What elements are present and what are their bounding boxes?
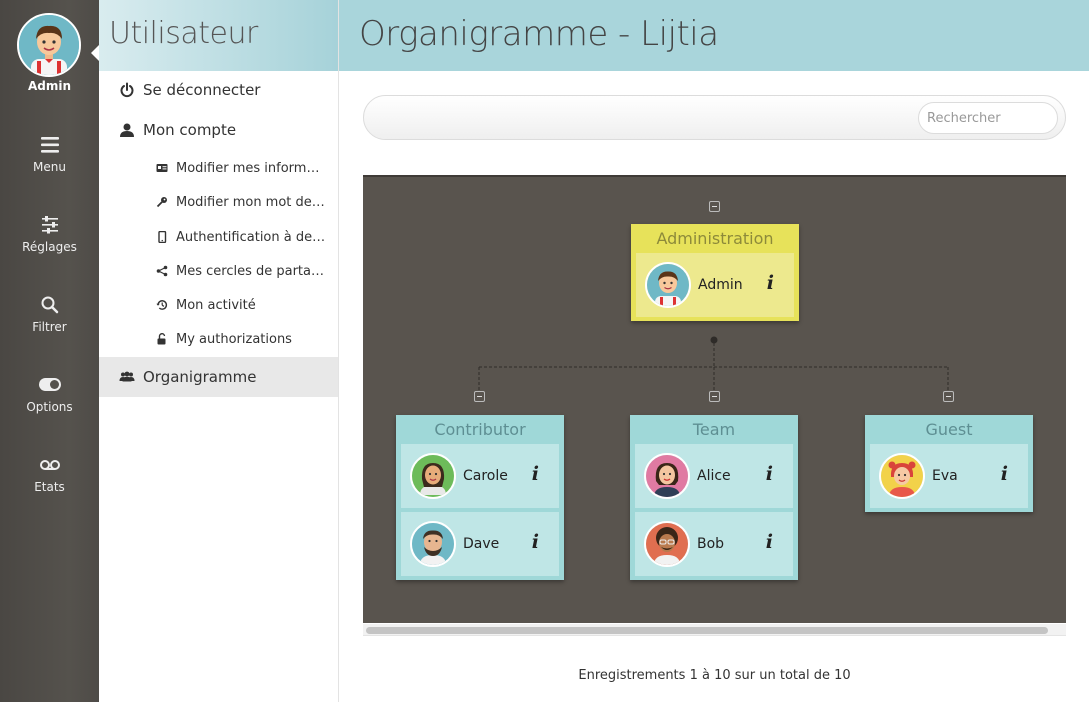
rail-settings-label: Réglages xyxy=(22,240,77,254)
avatar xyxy=(410,521,456,567)
org-member[interactable]: Alice i xyxy=(635,444,793,508)
rail-user-label: Admin xyxy=(27,79,72,93)
main-header: Organigramme - Lijtia xyxy=(339,0,1089,71)
info-icon[interactable]: i xyxy=(766,532,773,552)
org-member[interactable]: Carole i xyxy=(401,444,559,508)
sidebar-item-change-password[interactable]: Modifier mon mot de … xyxy=(99,189,338,215)
page-title: Organigramme - Lijtia xyxy=(359,14,719,54)
collapse-contributor-toggle[interactable] xyxy=(474,391,485,402)
org-node-administration[interactable]: Administration Admin i xyxy=(631,224,799,321)
info-icon[interactable]: i xyxy=(532,532,539,552)
sidebar-item-label: Authentification à deu… xyxy=(176,229,326,245)
sidebar-item-label: My authorizations xyxy=(176,331,292,347)
user-icon xyxy=(120,123,134,137)
avatar xyxy=(879,453,925,499)
rail-settings-button[interactable]: Réglages xyxy=(0,214,99,254)
sidebar-item-label: Mon activité xyxy=(176,297,256,313)
share-icon xyxy=(156,265,168,277)
toggle-icon xyxy=(38,378,61,391)
org-node-team[interactable]: Team Alice i Bob i xyxy=(630,415,798,580)
left-rail: Admin Menu Réglages Filtrer Options Etat… xyxy=(0,0,99,702)
history-icon xyxy=(156,300,168,310)
rail-menu-label: Menu xyxy=(33,160,66,174)
mobile-icon xyxy=(158,231,167,243)
sidebar-item-two-factor[interactable]: Authentification à deu… xyxy=(99,224,338,250)
rail-filter-label: Filtrer xyxy=(32,320,67,334)
avatar xyxy=(644,453,690,499)
search-bar xyxy=(363,95,1066,140)
sidebar-title: Utilisateur xyxy=(109,16,258,51)
org-member[interactable]: Admin i xyxy=(636,253,794,317)
unlock-icon xyxy=(157,333,166,345)
org-member[interactable]: Eva i xyxy=(870,444,1028,508)
sidebar-item-authorizations[interactable]: My authorizations xyxy=(99,326,338,352)
users-icon xyxy=(119,371,135,382)
org-node-title: Team xyxy=(692,420,736,439)
sidebar-item-activity[interactable]: Mon activité xyxy=(99,292,338,318)
key-icon xyxy=(156,197,167,208)
rail-options-button[interactable]: Options xyxy=(0,374,99,414)
sidebar-item-label: Organigramme xyxy=(143,368,257,386)
member-name: Eva xyxy=(932,468,958,484)
member-name: Bob xyxy=(697,536,725,552)
rail-menu-button[interactable]: Menu xyxy=(0,134,99,174)
avatar xyxy=(644,521,690,567)
sidebar-item-label: Modifier mes informat… xyxy=(176,160,326,176)
search-icon xyxy=(41,296,58,314)
sidebar-item-label: Modifier mon mot de … xyxy=(176,194,326,210)
user-avatar[interactable] xyxy=(17,13,81,77)
scrollbar-thumb[interactable] xyxy=(366,627,1048,634)
hamburger-icon xyxy=(40,137,59,153)
org-node-title: Guest xyxy=(925,420,973,439)
member-name: Dave xyxy=(463,536,500,552)
org-node-title: Contributor xyxy=(434,420,526,439)
records-summary: Enregistrements 1 à 10 sur un total de 1… xyxy=(578,668,851,683)
user-sidebar: Utilisateur Se déconnecter Mon compte Mo… xyxy=(99,0,339,702)
sidebar-item-logout[interactable]: Se déconnecter xyxy=(99,75,338,105)
active-pointer xyxy=(91,45,99,61)
info-icon[interactable]: i xyxy=(766,464,773,484)
avatar xyxy=(410,453,456,499)
member-name: Carole xyxy=(463,468,508,484)
rail-options-label: Options xyxy=(26,400,73,414)
org-node-contributor[interactable]: Contributor Carole i Dave i xyxy=(396,415,564,580)
rail-filter-button[interactable]: Filtrer xyxy=(0,294,99,334)
org-node-title: Administration xyxy=(656,229,774,248)
org-member[interactable]: Dave i xyxy=(401,512,559,576)
avatar xyxy=(645,262,691,308)
info-icon[interactable]: i xyxy=(1001,464,1008,484)
rail-states-button[interactable]: Etats xyxy=(0,454,99,494)
collapse-guest-toggle[interactable] xyxy=(943,391,954,402)
search-input[interactable] xyxy=(918,102,1058,134)
org-node-guest[interactable]: Guest Eva i xyxy=(865,415,1033,512)
org-member[interactable]: Bob i xyxy=(635,512,793,576)
sidebar-item-sharing-circles[interactable]: Mes cercles de partage xyxy=(99,258,338,284)
sidebar-item-account[interactable]: Mon compte xyxy=(99,115,338,145)
sidebar-item-edit-info[interactable]: Modifier mes informat… xyxy=(99,155,338,181)
voicemail-icon xyxy=(39,460,60,470)
id-card-icon xyxy=(156,164,168,172)
rail-states-label: Etats xyxy=(34,480,65,494)
sidebar-item-label: Se déconnecter xyxy=(143,81,261,99)
org-chart-canvas[interactable]: Administration Admin i Contributor Carol… xyxy=(363,175,1066,623)
sidebar-item-org-chart[interactable]: Organigramme xyxy=(99,357,338,397)
collapse-root-toggle[interactable] xyxy=(709,201,720,212)
sidebar-item-label: Mes cercles de partage xyxy=(176,263,326,279)
member-name: Alice xyxy=(697,468,731,484)
info-icon[interactable]: i xyxy=(532,464,539,484)
member-name: Admin xyxy=(698,277,743,293)
collapse-team-toggle[interactable] xyxy=(709,391,720,402)
sliders-icon xyxy=(41,216,58,234)
sidebar-item-label: Mon compte xyxy=(143,121,237,139)
horizontal-scrollbar[interactable] xyxy=(363,624,1066,636)
info-icon[interactable]: i xyxy=(767,273,774,293)
power-icon xyxy=(120,82,134,98)
sidebar-header: Utilisateur xyxy=(99,0,338,71)
